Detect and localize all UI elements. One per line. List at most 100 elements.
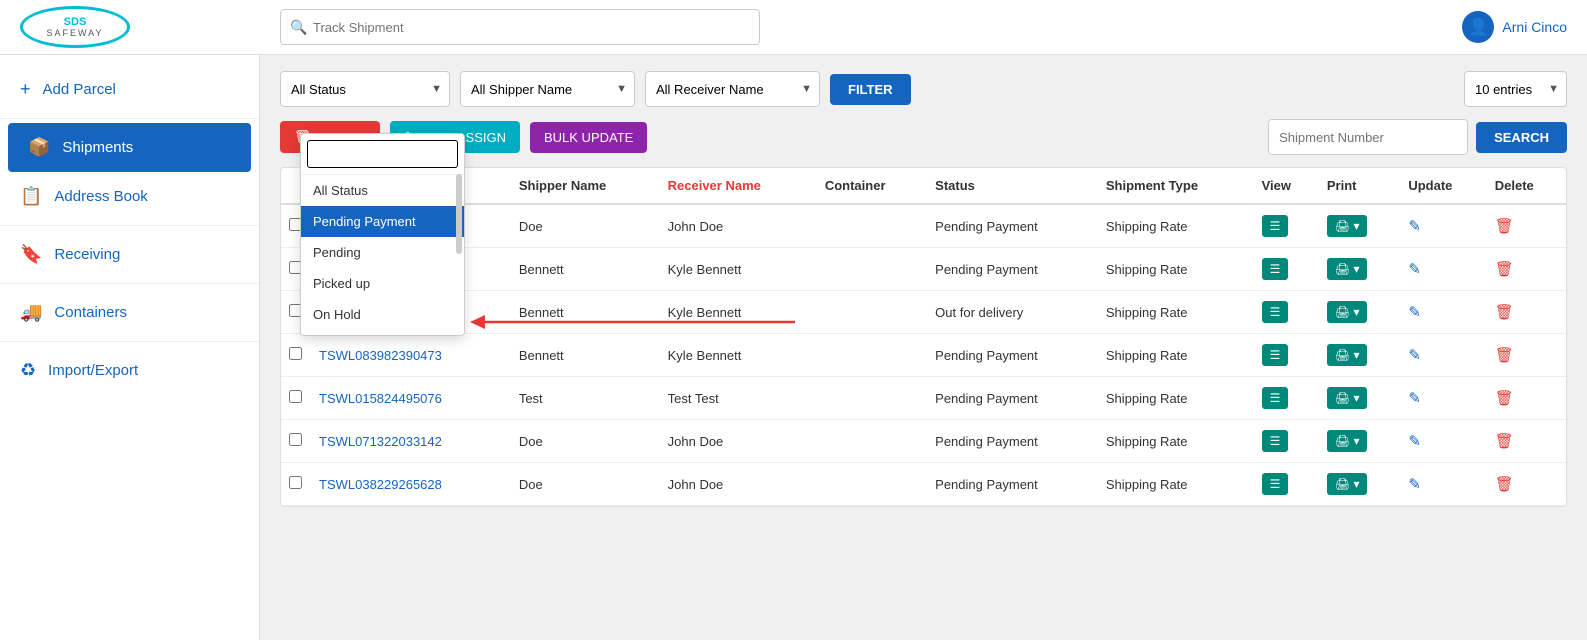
delete-row-button-4[interactable]: 🗑 (1495, 389, 1514, 407)
plus-icon: + (20, 79, 31, 100)
dropdown-item-pending-payment[interactable]: Pending Payment (301, 206, 464, 237)
shipment-link-5[interactable]: TSWL071322033142 (319, 434, 442, 449)
dropdown-item-on-hold[interactable]: On Hold (301, 299, 464, 330)
print-button-0[interactable]: 🖨 ▾ (1327, 215, 1368, 237)
edit-button-3[interactable]: ✎ (1408, 346, 1421, 364)
sidebar-item-address-book[interactable]: 📋 Address Book (0, 172, 259, 221)
row-view-5: ☰ (1254, 420, 1319, 463)
row-receiver-4: Test Test (660, 377, 817, 420)
delete-row-button-1[interactable]: 🗑 (1495, 260, 1514, 278)
table-row: TSWL038229265628 Doe John Doe Pending Pa… (281, 463, 1566, 506)
main-layout: + Add Parcel 📦 Shipments 📋 Address Book … (0, 55, 1587, 640)
status-select-container: All Status Pending Payment Pending Picke… (280, 71, 450, 107)
row-type-2: Shipping Rate (1098, 291, 1254, 334)
filter-button[interactable]: FILTER (830, 74, 911, 105)
sidebar-item-receiving[interactable]: 🔖 Receiving (0, 230, 259, 279)
view-button-3[interactable]: ☰ (1262, 344, 1289, 366)
dropdown-search-input[interactable] (307, 140, 458, 168)
track-shipment-input[interactable] (280, 9, 760, 45)
row-checkbox-6[interactable] (289, 476, 302, 489)
entries-select[interactable]: 10 entries 25 entries 50 entries 100 ent… (1464, 71, 1567, 107)
row-status-4: Pending Payment (927, 377, 1098, 420)
row-container-3 (817, 334, 927, 377)
view-button-6[interactable]: ☰ (1262, 473, 1289, 495)
sidebar-item-shipments[interactable]: 📦 Shipments (8, 123, 251, 172)
view-button-2[interactable]: ☰ (1262, 301, 1289, 323)
row-delete-3: 🗑 (1487, 334, 1566, 377)
edit-button-5[interactable]: ✎ (1408, 432, 1421, 450)
row-view-1: ☰ (1254, 248, 1319, 291)
row-view-6: ☰ (1254, 463, 1319, 506)
col-shipper: Shipper Name (511, 168, 660, 204)
dropdown-search-area (301, 134, 464, 175)
status-select[interactable]: All Status Pending Payment Pending Picke… (280, 71, 450, 107)
row-type-0: Shipping Rate (1098, 204, 1254, 248)
row-update-2: ✎ (1400, 291, 1486, 334)
row-print-1: 🖨 ▾ (1319, 248, 1400, 291)
row-checkbox-5[interactable] (289, 433, 302, 446)
row-receiver-2: Kyle Bennett (660, 291, 817, 334)
row-container-6 (817, 463, 927, 506)
table-row: TSWL021925555 Doe John Doe Pending Payme… (281, 204, 1566, 248)
view-button-5[interactable]: ☰ (1262, 430, 1289, 452)
receiver-select[interactable]: All Receiver Name (645, 71, 820, 107)
bulk-update-button[interactable]: BULK UPDATE (530, 122, 647, 153)
delete-row-button-3[interactable]: 🗑 (1495, 346, 1514, 364)
filter-row: All Status Pending Payment Pending Picke… (280, 71, 1567, 107)
row-receiver-3: Kyle Bennett (660, 334, 817, 377)
dropdown-item-out-for-delivery[interactable]: Out for delivery (301, 330, 464, 335)
print-button-2[interactable]: 🖨 ▾ (1327, 301, 1368, 323)
delete-row-button-0[interactable]: 🗑 (1495, 217, 1514, 235)
print-button-1[interactable]: 🖨 ▾ (1327, 258, 1368, 280)
view-button-4[interactable]: ☰ (1262, 387, 1289, 409)
edit-button-0[interactable]: ✎ (1408, 217, 1421, 235)
print-button-4[interactable]: 🖨 ▾ (1327, 387, 1368, 409)
shipment-link-6[interactable]: TSWL038229265628 (319, 477, 442, 492)
view-button-1[interactable]: ☰ (1262, 258, 1289, 280)
user-avatar: 👤 (1462, 11, 1494, 43)
sidebar: + Add Parcel 📦 Shipments 📋 Address Book … (0, 55, 260, 640)
dropdown-item-all-status[interactable]: All Status (301, 175, 464, 206)
row-status-0: Pending Payment (927, 204, 1098, 248)
delete-row-button-5[interactable]: 🗑 (1495, 432, 1514, 450)
shipment-link-3[interactable]: TSWL083982390473 (319, 348, 442, 363)
shipment-number-input[interactable] (1268, 119, 1468, 155)
dropdown-scrollbar[interactable] (456, 174, 462, 254)
delete-row-button-2[interactable]: 🗑 (1495, 303, 1514, 321)
row-checkbox-cell (281, 463, 311, 506)
delete-row-button-6[interactable]: 🗑 (1495, 475, 1514, 493)
sidebar-item-import-export[interactable]: ♻ Import/Export (0, 346, 259, 395)
table-row: TSWL068152919170 Bennett Kyle Bennett Ou… (281, 291, 1566, 334)
search-button[interactable]: SEARCH (1476, 122, 1567, 153)
row-checkbox-3[interactable] (289, 347, 302, 360)
print-button-5[interactable]: 🖨 ▾ (1327, 430, 1368, 452)
receiver-select-wrapper: All Receiver Name ▼ (645, 71, 820, 107)
sidebar-item-add-parcel[interactable]: + Add Parcel (0, 65, 259, 114)
user-area[interactable]: 👤 Arni Cinco (1462, 11, 1567, 43)
dropdown-item-pending[interactable]: Pending (301, 237, 464, 268)
edit-button-1[interactable]: ✎ (1408, 260, 1421, 278)
edit-button-6[interactable]: ✎ (1408, 475, 1421, 493)
sidebar-item-label: Add Parcel (43, 81, 116, 98)
shipper-select[interactable]: All Shipper Name (460, 71, 635, 107)
view-button-0[interactable]: ☰ (1262, 215, 1289, 237)
dropdown-item-picked-up[interactable]: Picked up (301, 268, 464, 299)
shipper-select-wrapper: All Shipper Name ▼ (460, 71, 635, 107)
row-print-4: 🖨 ▾ (1319, 377, 1400, 420)
table-row: TSWL015824495076 Test Test Test Pending … (281, 377, 1566, 420)
row-status-3: Pending Payment (927, 334, 1098, 377)
shipment-link-4[interactable]: TSWL015824495076 (319, 391, 442, 406)
row-type-5: Shipping Rate (1098, 420, 1254, 463)
col-receiver: Receiver Name (660, 168, 817, 204)
sidebar-item-containers[interactable]: 🚚 Containers (0, 288, 259, 337)
edit-button-2[interactable]: ✎ (1408, 303, 1421, 321)
print-button-3[interactable]: 🖨 ▾ (1327, 344, 1368, 366)
edit-button-4[interactable]: ✎ (1408, 389, 1421, 407)
table-header: Number Shipper Name Receiver Name Contai… (281, 168, 1566, 204)
row-shipper-3: Bennett (511, 334, 660, 377)
logo-text: SDS (46, 16, 103, 28)
user-name: Arni Cinco (1502, 19, 1567, 35)
row-checkbox-4[interactable] (289, 390, 302, 403)
row-receiver-6: John Doe (660, 463, 817, 506)
print-button-6[interactable]: 🖨 ▾ (1327, 473, 1368, 495)
